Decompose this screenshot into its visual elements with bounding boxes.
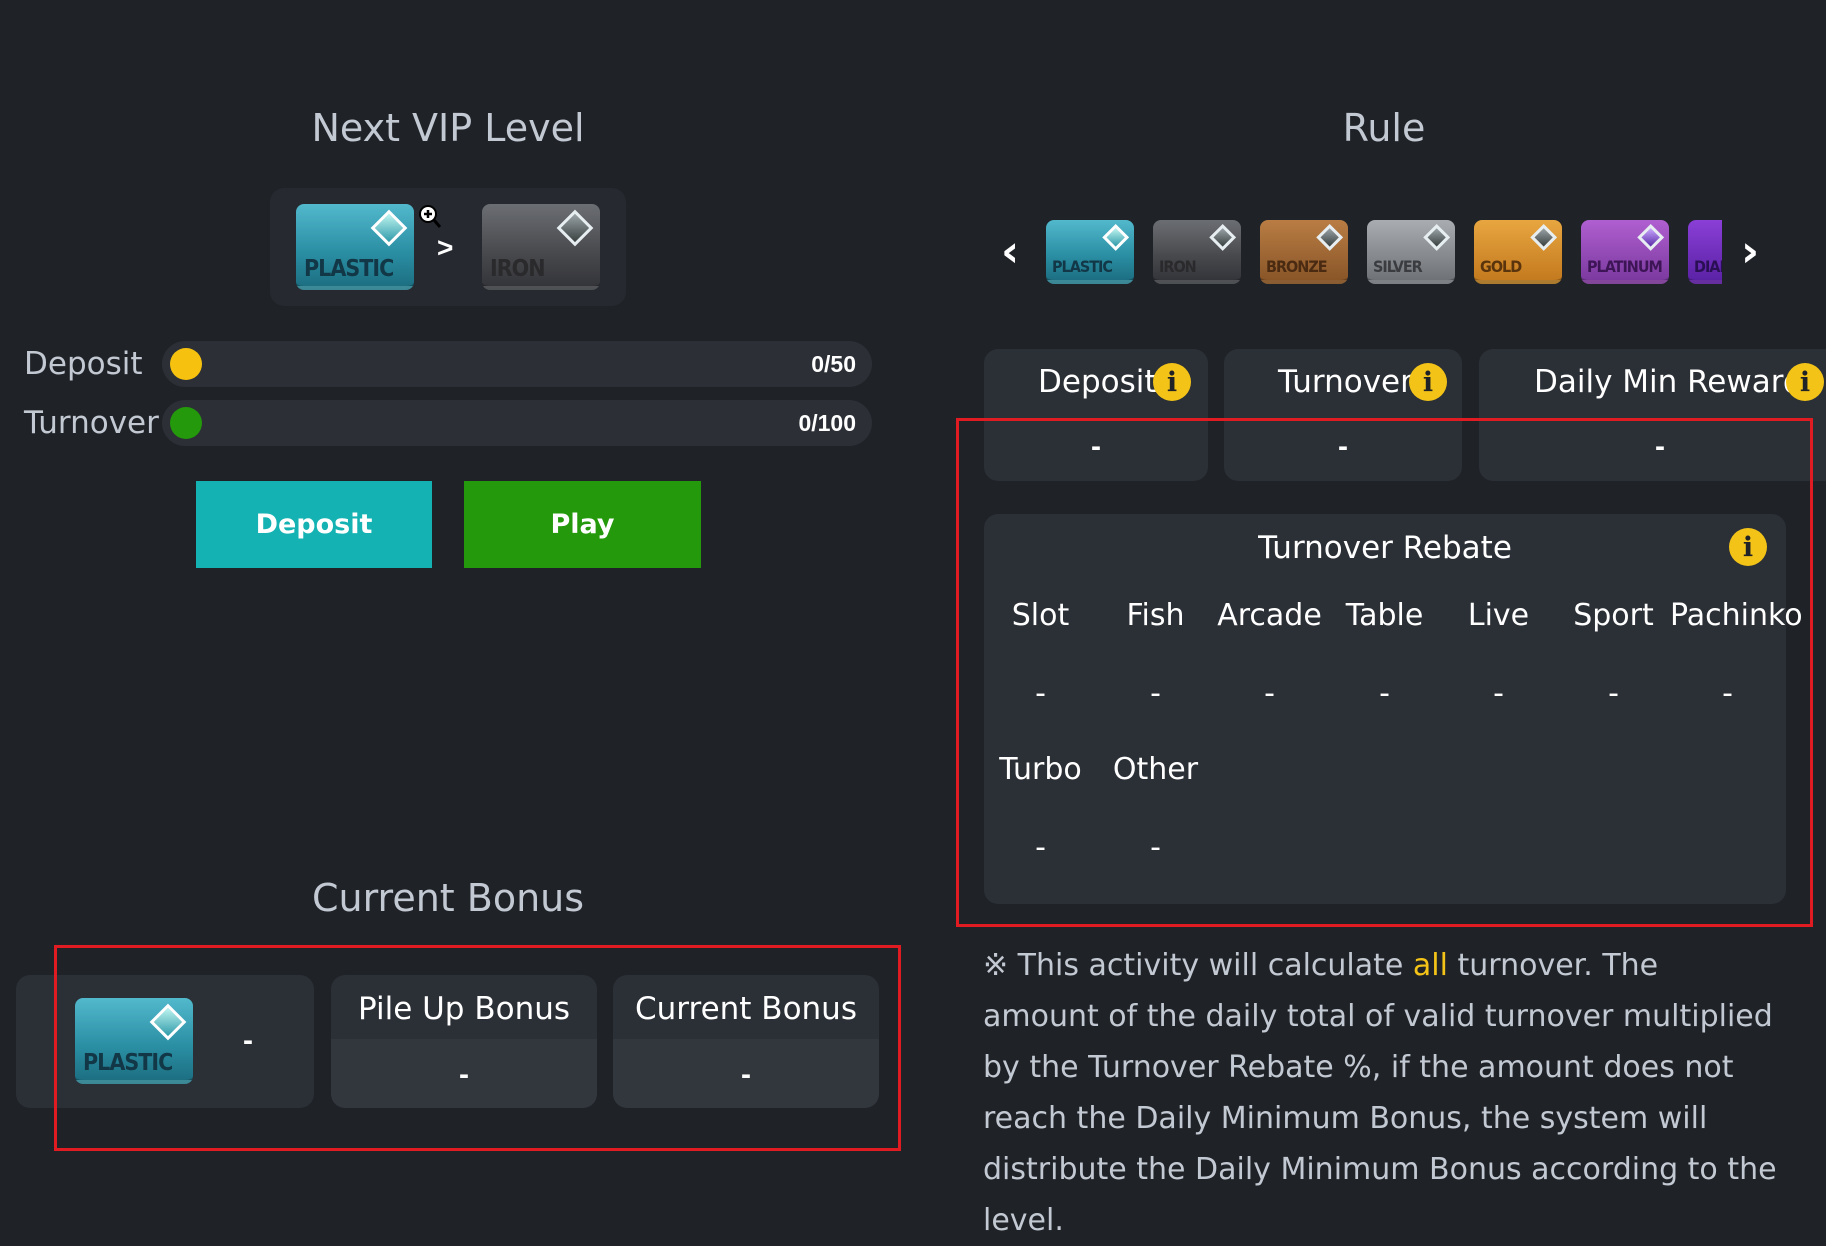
level-separator: > bbox=[437, 232, 454, 263]
diamond-gem-icon bbox=[1315, 224, 1344, 252]
play-button[interactable]: Play bbox=[464, 481, 701, 568]
zoom-in-icon[interactable] bbox=[418, 204, 442, 228]
diamond-gem-icon bbox=[1101, 224, 1130, 252]
diamond-gem-icon bbox=[1208, 224, 1237, 252]
turnover-progress-label: Turnover bbox=[24, 405, 159, 441]
deposit-button[interactable]: Deposit bbox=[196, 481, 432, 568]
rule-level-gold[interactable]: GOLD bbox=[1474, 220, 1562, 284]
rule-highlight-box bbox=[956, 418, 1813, 927]
diamond-gem-icon bbox=[1636, 224, 1665, 252]
current-bonus-title: Current Bonus bbox=[311, 876, 585, 920]
turnover-progress-dot bbox=[170, 407, 202, 439]
deposit-progress-bar: 0/50 bbox=[162, 341, 872, 387]
rule-daily-min-label: Daily Min Reward bbox=[1534, 364, 1803, 400]
turnover-info-icon[interactable]: i bbox=[1409, 363, 1447, 401]
rule-level-iron[interactable]: IRON bbox=[1153, 220, 1241, 284]
rule-level-plastic[interactable]: PLASTIC bbox=[1046, 220, 1134, 284]
chevron-right-icon[interactable]: › bbox=[1741, 226, 1759, 277]
deposit-info-icon[interactable]: i bbox=[1153, 363, 1191, 401]
diamond-gem-icon bbox=[370, 210, 408, 247]
rule-level-diamond[interactable]: DIAMOND bbox=[1688, 220, 1722, 284]
rule-title: Rule bbox=[1342, 106, 1426, 150]
diamond-gem-icon bbox=[556, 210, 594, 247]
diamond-gem-icon bbox=[1422, 224, 1451, 252]
turnover-progress-value: 0/100 bbox=[798, 410, 856, 436]
rule-level-silver[interactable]: SILVER bbox=[1367, 220, 1455, 284]
next-level-card: IRON bbox=[482, 204, 600, 290]
rule-level-platinum[interactable]: PLATINUM bbox=[1581, 220, 1669, 284]
current-level-card: PLASTIC bbox=[296, 204, 414, 290]
rule-note: ※ This activity will calculate all turno… bbox=[983, 948, 1777, 1238]
deposit-progress-value: 0/50 bbox=[811, 351, 856, 377]
rule-deposit-label: Deposit bbox=[1038, 364, 1157, 400]
rule-turnover-label: Turnover bbox=[1278, 364, 1413, 400]
diamond-gem-icon bbox=[1529, 224, 1558, 252]
turnover-progress-bar: 0/100 bbox=[162, 400, 872, 446]
daily-min-info-icon[interactable]: i bbox=[1786, 363, 1824, 401]
chevron-left-icon[interactable]: ‹ bbox=[1001, 226, 1019, 277]
current-bonus-highlight-box bbox=[54, 945, 901, 1151]
note-highlight: all bbox=[1412, 948, 1448, 983]
deposit-progress-label: Deposit bbox=[24, 346, 143, 382]
next-vip-title: Next VIP Level bbox=[311, 106, 585, 150]
rule-level-bronze[interactable]: BRONZE bbox=[1260, 220, 1348, 284]
deposit-progress-dot bbox=[170, 348, 202, 380]
